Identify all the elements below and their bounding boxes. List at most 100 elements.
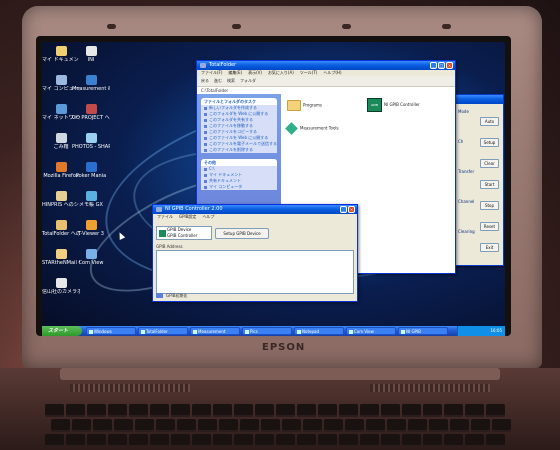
menu-item[interactable]: ツール(T) <box>300 70 318 75</box>
side-button[interactable]: Setup <box>480 138 499 147</box>
keyboard-key <box>171 404 190 417</box>
taskbar-item[interactable]: Measurement <box>190 327 240 335</box>
keyboard-key <box>303 419 322 432</box>
folder-icon <box>55 249 67 259</box>
side-button[interactable]: Clear <box>480 159 499 168</box>
side-button[interactable]: Auto <box>480 117 499 126</box>
file-icon <box>85 46 97 56</box>
keyboard-key <box>261 419 280 432</box>
side-window[interactable]: Mode Ch Transfer Channel Clearing Auto Setup Cl… <box>454 94 504 266</box>
app-icon <box>245 330 249 334</box>
menu-item[interactable]: お気に入り(A) <box>268 70 294 75</box>
minimize-button[interactable]: _ <box>430 62 437 69</box>
close-button[interactable]: × <box>348 206 355 213</box>
gpib-app-icon: GPIB <box>367 98 382 112</box>
keyboard-key <box>150 404 169 417</box>
menu-item[interactable]: 編集(E) <box>228 70 242 75</box>
gpib-titlebar[interactable]: NI GPIB Controller 2.00 _ × <box>153 205 357 214</box>
file-tasks-header[interactable]: ファイルとフォルダのタスク <box>201 98 277 105</box>
desktop-icon-label: PHOTOS - SHARTS <box>72 144 110 150</box>
side-button[interactable]: Start <box>480 180 499 189</box>
menu-item[interactable]: ファイル <box>157 214 173 219</box>
keyboard-key <box>486 434 505 447</box>
file-item[interactable]: GPIB NI GPIB Controller <box>367 98 420 112</box>
desktop-icon[interactable]: T-Viewer 3 <box>72 220 110 237</box>
maximize-button[interactable]: □ <box>438 62 445 69</box>
gpib-output-area[interactable] <box>156 250 354 294</box>
file-item-name: Measurement Tools <box>300 125 339 131</box>
desktop-icon[interactable]: PHOTOS - SHARTS <box>72 133 110 150</box>
menu-item[interactable]: ヘルプ(H) <box>323 70 341 75</box>
keyboard-key <box>150 434 169 447</box>
taskbar-item-label: Windows <box>94 329 112 334</box>
desktop-icon[interactable]: GO PROJECT ヘのショートカット <box>72 104 110 121</box>
keyboard-key <box>297 404 316 417</box>
toolbar-button[interactable]: 検索 <box>227 76 235 86</box>
desktop-screen[interactable]: マイ ドキュメントINIマイ コンピュータMeasurement & Autom… <box>42 42 505 336</box>
diamond-app-icon <box>285 122 298 135</box>
desktop-icon-label: GO PROJECT ヘのショートカット <box>72 115 110 121</box>
taskbar-item[interactable]: Com View <box>346 327 396 335</box>
keyboard-key <box>93 419 112 432</box>
taskbar-item-label: NI GPIB <box>406 329 421 334</box>
system-tray[interactable]: 16:05 <box>457 326 505 336</box>
start-button[interactable]: スタート <box>42 326 82 336</box>
desktop-icon[interactable]: INI <box>72 46 110 63</box>
menu-item[interactable]: ファイル(F) <box>201 70 222 75</box>
taskbar-item-label: Notepad <box>302 329 319 334</box>
keyboard-key <box>129 404 148 417</box>
desktop-icon[interactable]: 信山社のカメラホルダ <box>42 278 80 295</box>
setup-gpib-button[interactable]: Setup GPIB Device <box>215 228 269 239</box>
app-icon <box>141 330 145 334</box>
gpib-device-box[interactable]: GPIB Device GPIB Controller <box>156 226 212 240</box>
side-window-titlebar[interactable] <box>455 95 503 104</box>
taskbar-item[interactable]: Notepad <box>294 327 344 335</box>
taskbar-item[interactable]: NI GPIB <box>398 327 448 335</box>
shortcut-icon <box>85 104 97 114</box>
computer-icon <box>55 75 67 85</box>
file-item[interactable]: Measurement Tools <box>285 122 339 135</box>
keyboard-key <box>171 434 190 447</box>
side-button[interactable]: Exit <box>480 243 499 252</box>
gpib-device-icon <box>159 230 166 237</box>
gpib-status-text: GPIB初期化 <box>166 293 188 298</box>
lid-latch <box>342 24 351 29</box>
keyboard-key <box>276 434 295 447</box>
keyboard-key <box>87 434 106 447</box>
desktop-icon[interactable]: Measurement & Automation <box>72 75 110 92</box>
taskbar-item[interactable]: Pics <box>242 327 292 335</box>
explorer-titlebar[interactable]: TotalFolder _ □ × <box>197 61 455 70</box>
keyboard-key <box>66 434 85 447</box>
app-icon <box>297 330 301 334</box>
toolbar-button[interactable]: フォルダ <box>240 76 256 86</box>
network-icon <box>55 104 67 114</box>
desktop-icon[interactable]: Com View <box>72 249 110 266</box>
side-label: Clearing <box>458 229 475 234</box>
keyboard-key <box>45 434 64 447</box>
close-button[interactable]: × <box>446 62 453 69</box>
speaker-grille <box>370 384 490 392</box>
file-item[interactable]: Programs <box>287 100 322 111</box>
desktop-icon-label: Measurement & Automation <box>72 86 110 92</box>
toolbar-button[interactable]: 進む <box>214 76 222 86</box>
side-button[interactable]: Reset <box>480 222 499 231</box>
folder-icon <box>55 220 67 230</box>
toolbar-button[interactable]: 戻る <box>201 76 209 86</box>
side-button[interactable]: Stop <box>480 201 499 210</box>
app-icon <box>349 330 353 334</box>
clock: 16:05 <box>490 328 502 333</box>
menu-item[interactable]: 表示(V) <box>248 70 262 75</box>
taskbar-item[interactable]: TotalFolder <box>138 327 188 335</box>
app-icon <box>401 330 405 334</box>
minimize-button[interactable]: _ <box>340 206 347 213</box>
other-places-header[interactable]: その他 <box>201 159 277 166</box>
menu-item[interactable]: GPIB設定 <box>179 214 196 219</box>
keyboard-key <box>381 404 400 417</box>
taskbar-item[interactable]: Windows <box>86 327 136 335</box>
desktop-icon[interactable]: メモ帳 GX <box>72 191 110 208</box>
task-link[interactable]: マイ コンピュータ <box>201 184 277 190</box>
task-link[interactable]: このファイルを削除する <box>201 147 277 153</box>
menu-item[interactable]: ヘルプ <box>202 214 214 219</box>
desktop-icon[interactable]: Poker Mania <box>72 162 110 179</box>
gpib-controller-window[interactable]: NI GPIB Controller 2.00 _ × ファイル GPIB設定 ヘルプ… <box>152 204 358 302</box>
